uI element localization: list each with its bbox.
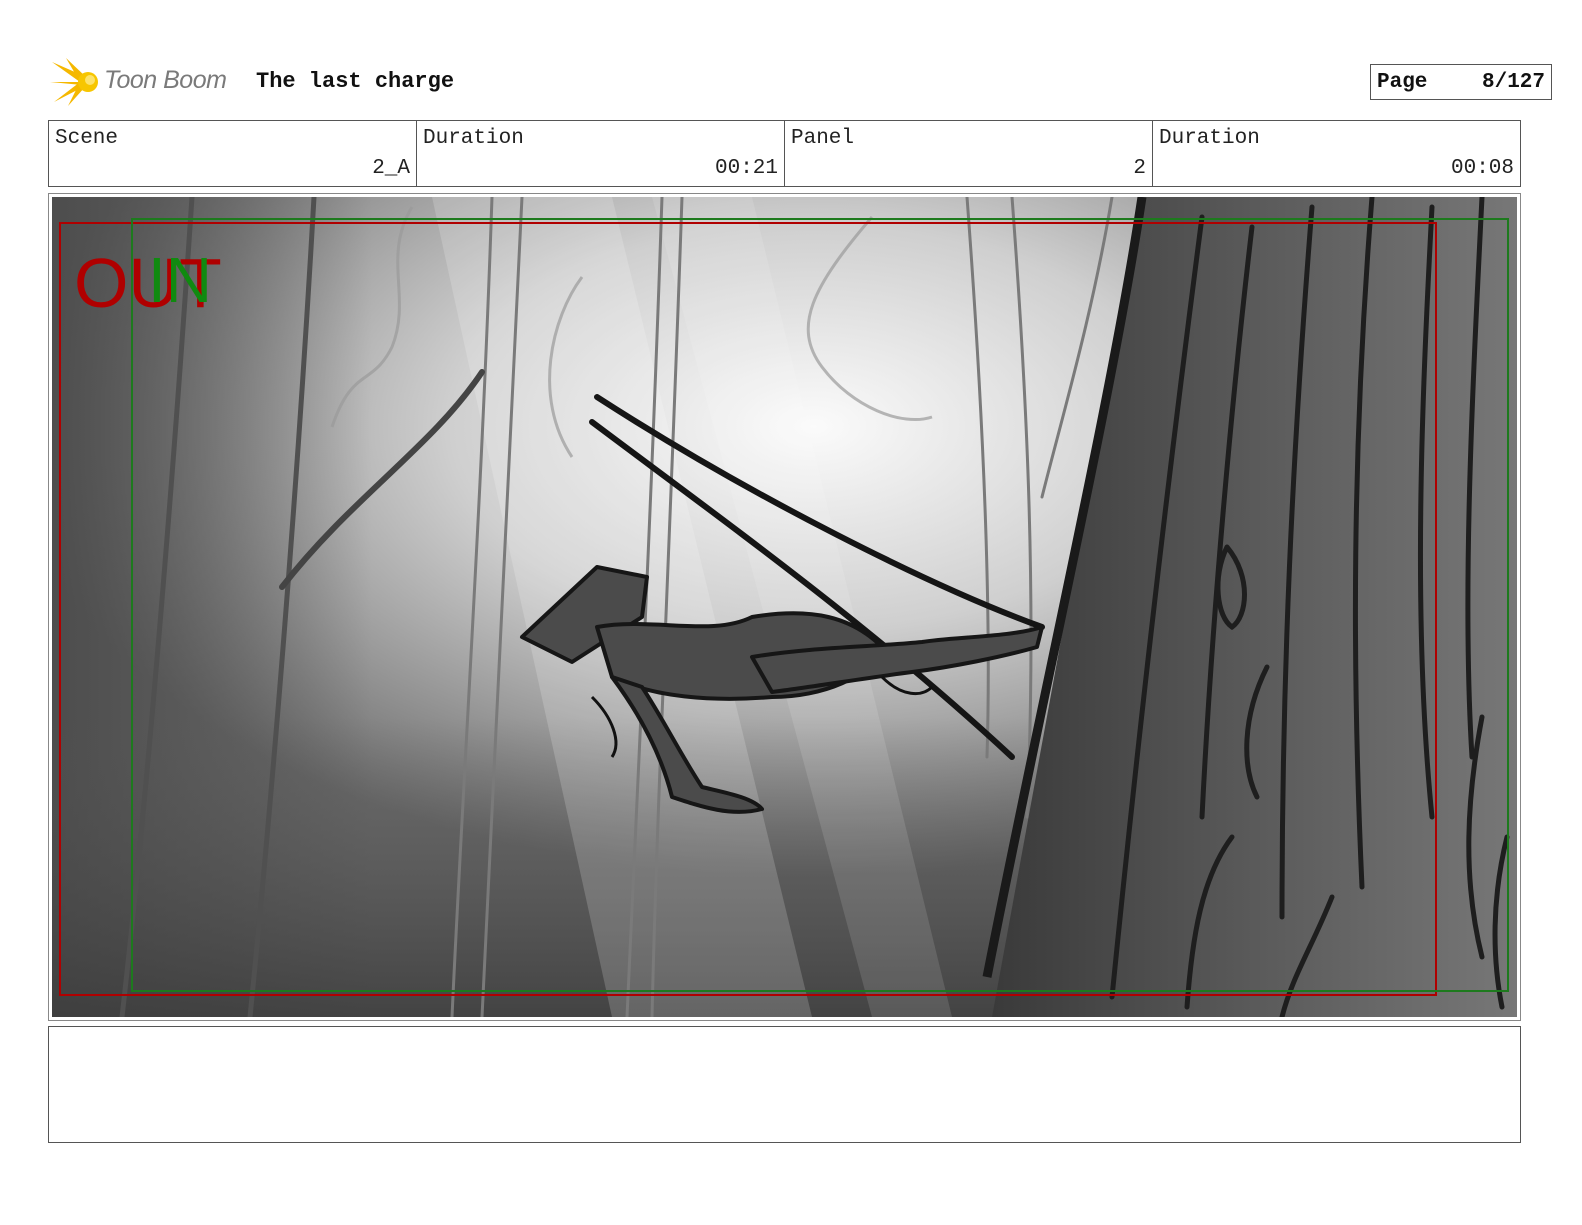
document-title: The last charge xyxy=(256,69,455,94)
scene-duration-cell: Duration 00:21 xyxy=(417,121,785,186)
scene-value: 2_A xyxy=(372,157,410,180)
panel-info-table: Scene 2_A Duration 00:21 Panel 2 Duratio… xyxy=(48,120,1521,187)
panel-duration-value: 00:08 xyxy=(1450,157,1514,180)
panel-duration-cell: Duration 00:08 xyxy=(1153,121,1520,186)
page-indicator: Page 8/127 xyxy=(1370,64,1552,100)
scene-label: Scene xyxy=(55,127,119,150)
panel-duration-label: Duration xyxy=(1159,127,1260,150)
scene-cell: Scene 2_A xyxy=(49,121,417,186)
storyboard-panel: OUT IN xyxy=(48,193,1521,1021)
panel-cell: Panel 2 xyxy=(785,121,1153,186)
toon-boom-logo: Toon Boom xyxy=(50,56,240,108)
starburst-icon xyxy=(50,58,98,106)
page-number: 8/127 xyxy=(1481,71,1545,94)
in-frame-label: IN xyxy=(148,244,212,316)
page-header: Toon Boom The last charge Page 8/127 xyxy=(50,56,1552,108)
panel-notes xyxy=(48,1026,1521,1143)
page-label: Page xyxy=(1377,71,1428,94)
panel-label: Panel xyxy=(791,127,855,150)
scene-duration-label: Duration xyxy=(423,127,524,150)
panel-sketch: OUT IN xyxy=(52,197,1517,1017)
brand-name: Toon Boom xyxy=(104,66,227,94)
panel-value: 2 xyxy=(1133,157,1146,180)
scene-duration-value: 00:21 xyxy=(714,157,778,180)
